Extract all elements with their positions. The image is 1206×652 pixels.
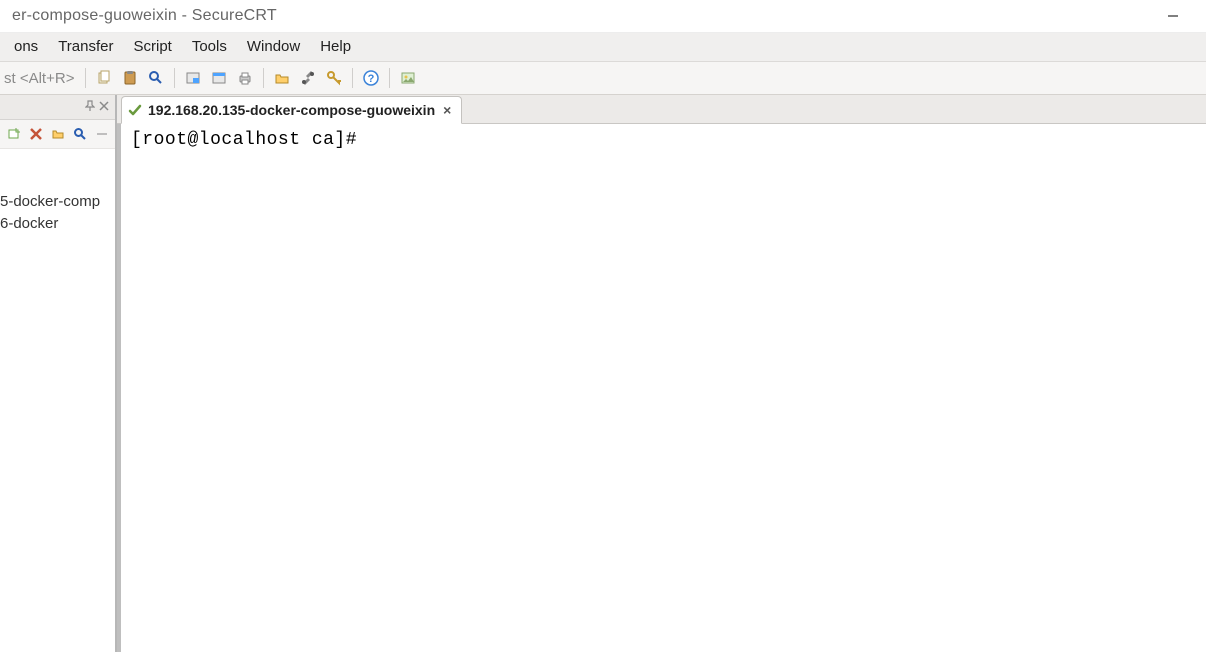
session-folder-button[interactable]: [48, 124, 67, 144]
tools-button[interactable]: [297, 67, 319, 89]
minimize-button[interactable]: [1150, 0, 1196, 32]
menu-tools[interactable]: Tools: [182, 35, 237, 59]
menubar: ons Transfer Script Tools Window Help: [0, 33, 1206, 62]
main-area: 5-docker-comp 6-docker 192.168.20.135-do…: [0, 95, 1206, 652]
content-area: 192.168.20.135-docker-compose-guoweixin …: [117, 95, 1206, 652]
paste-button[interactable]: [119, 67, 141, 89]
menu-window[interactable]: Window: [237, 35, 310, 59]
key-button[interactable]: [323, 67, 345, 89]
toolbar-separator: [263, 68, 264, 88]
session-search-button[interactable]: [70, 124, 89, 144]
connected-icon: [128, 103, 142, 117]
window-title: er-compose-guoweixin - SecureCRT: [10, 7, 1150, 25]
prop-button[interactable]: [182, 67, 204, 89]
close-icon[interactable]: [99, 100, 109, 114]
svg-text:?: ?: [368, 73, 375, 85]
menu-transfer[interactable]: Transfer: [48, 35, 123, 59]
toolbar-separator: [352, 68, 353, 88]
toolbar-separator: [389, 68, 390, 88]
menu-help[interactable]: Help: [310, 35, 361, 59]
app-window: er-compose-guoweixin - SecureCRT ons Tra…: [0, 0, 1206, 652]
toolbar-separator: [174, 68, 175, 88]
terminal-prompt: [root@localhost ca]#: [131, 130, 357, 150]
sidebar-toolbar: [0, 120, 115, 149]
session-sep-button[interactable]: [92, 124, 111, 144]
session-list: 5-docker-comp 6-docker: [0, 149, 115, 652]
tab-label: 192.168.20.135-docker-compose-guoweixin: [148, 102, 435, 118]
toolbar-hint: st <Alt+R>: [4, 70, 78, 87]
sidebar-header: [0, 95, 115, 120]
pin-icon[interactable]: [85, 100, 95, 115]
copy-button[interactable]: [93, 67, 115, 89]
folder-button[interactable]: [271, 67, 293, 89]
sidebar-panel: 5-docker-comp 6-docker: [0, 95, 117, 652]
session-item[interactable]: 5-docker-comp: [0, 191, 111, 213]
print-button[interactable]: [234, 67, 256, 89]
session-delete-button[interactable]: [26, 124, 45, 144]
tabstrip: 192.168.20.135-docker-compose-guoweixin …: [117, 95, 1206, 124]
titlebar: er-compose-guoweixin - SecureCRT: [0, 0, 1206, 33]
terminal[interactable]: [root@localhost ca]#: [117, 124, 1206, 652]
tab-close-button[interactable]: ×: [441, 102, 453, 118]
session-item[interactable]: 6-docker: [0, 213, 111, 235]
props2-button[interactable]: [208, 67, 230, 89]
session-new-button[interactable]: [4, 124, 23, 144]
find-button[interactable]: [145, 67, 167, 89]
help-button[interactable]: ?: [360, 67, 382, 89]
toolbar-separator: [85, 68, 86, 88]
menu-options[interactable]: ons: [4, 35, 48, 59]
menu-script[interactable]: Script: [123, 35, 181, 59]
toolbar: st <Alt+R> ?: [0, 62, 1206, 95]
image-button[interactable]: [397, 67, 419, 89]
tab-active[interactable]: 192.168.20.135-docker-compose-guoweixin …: [121, 96, 462, 124]
